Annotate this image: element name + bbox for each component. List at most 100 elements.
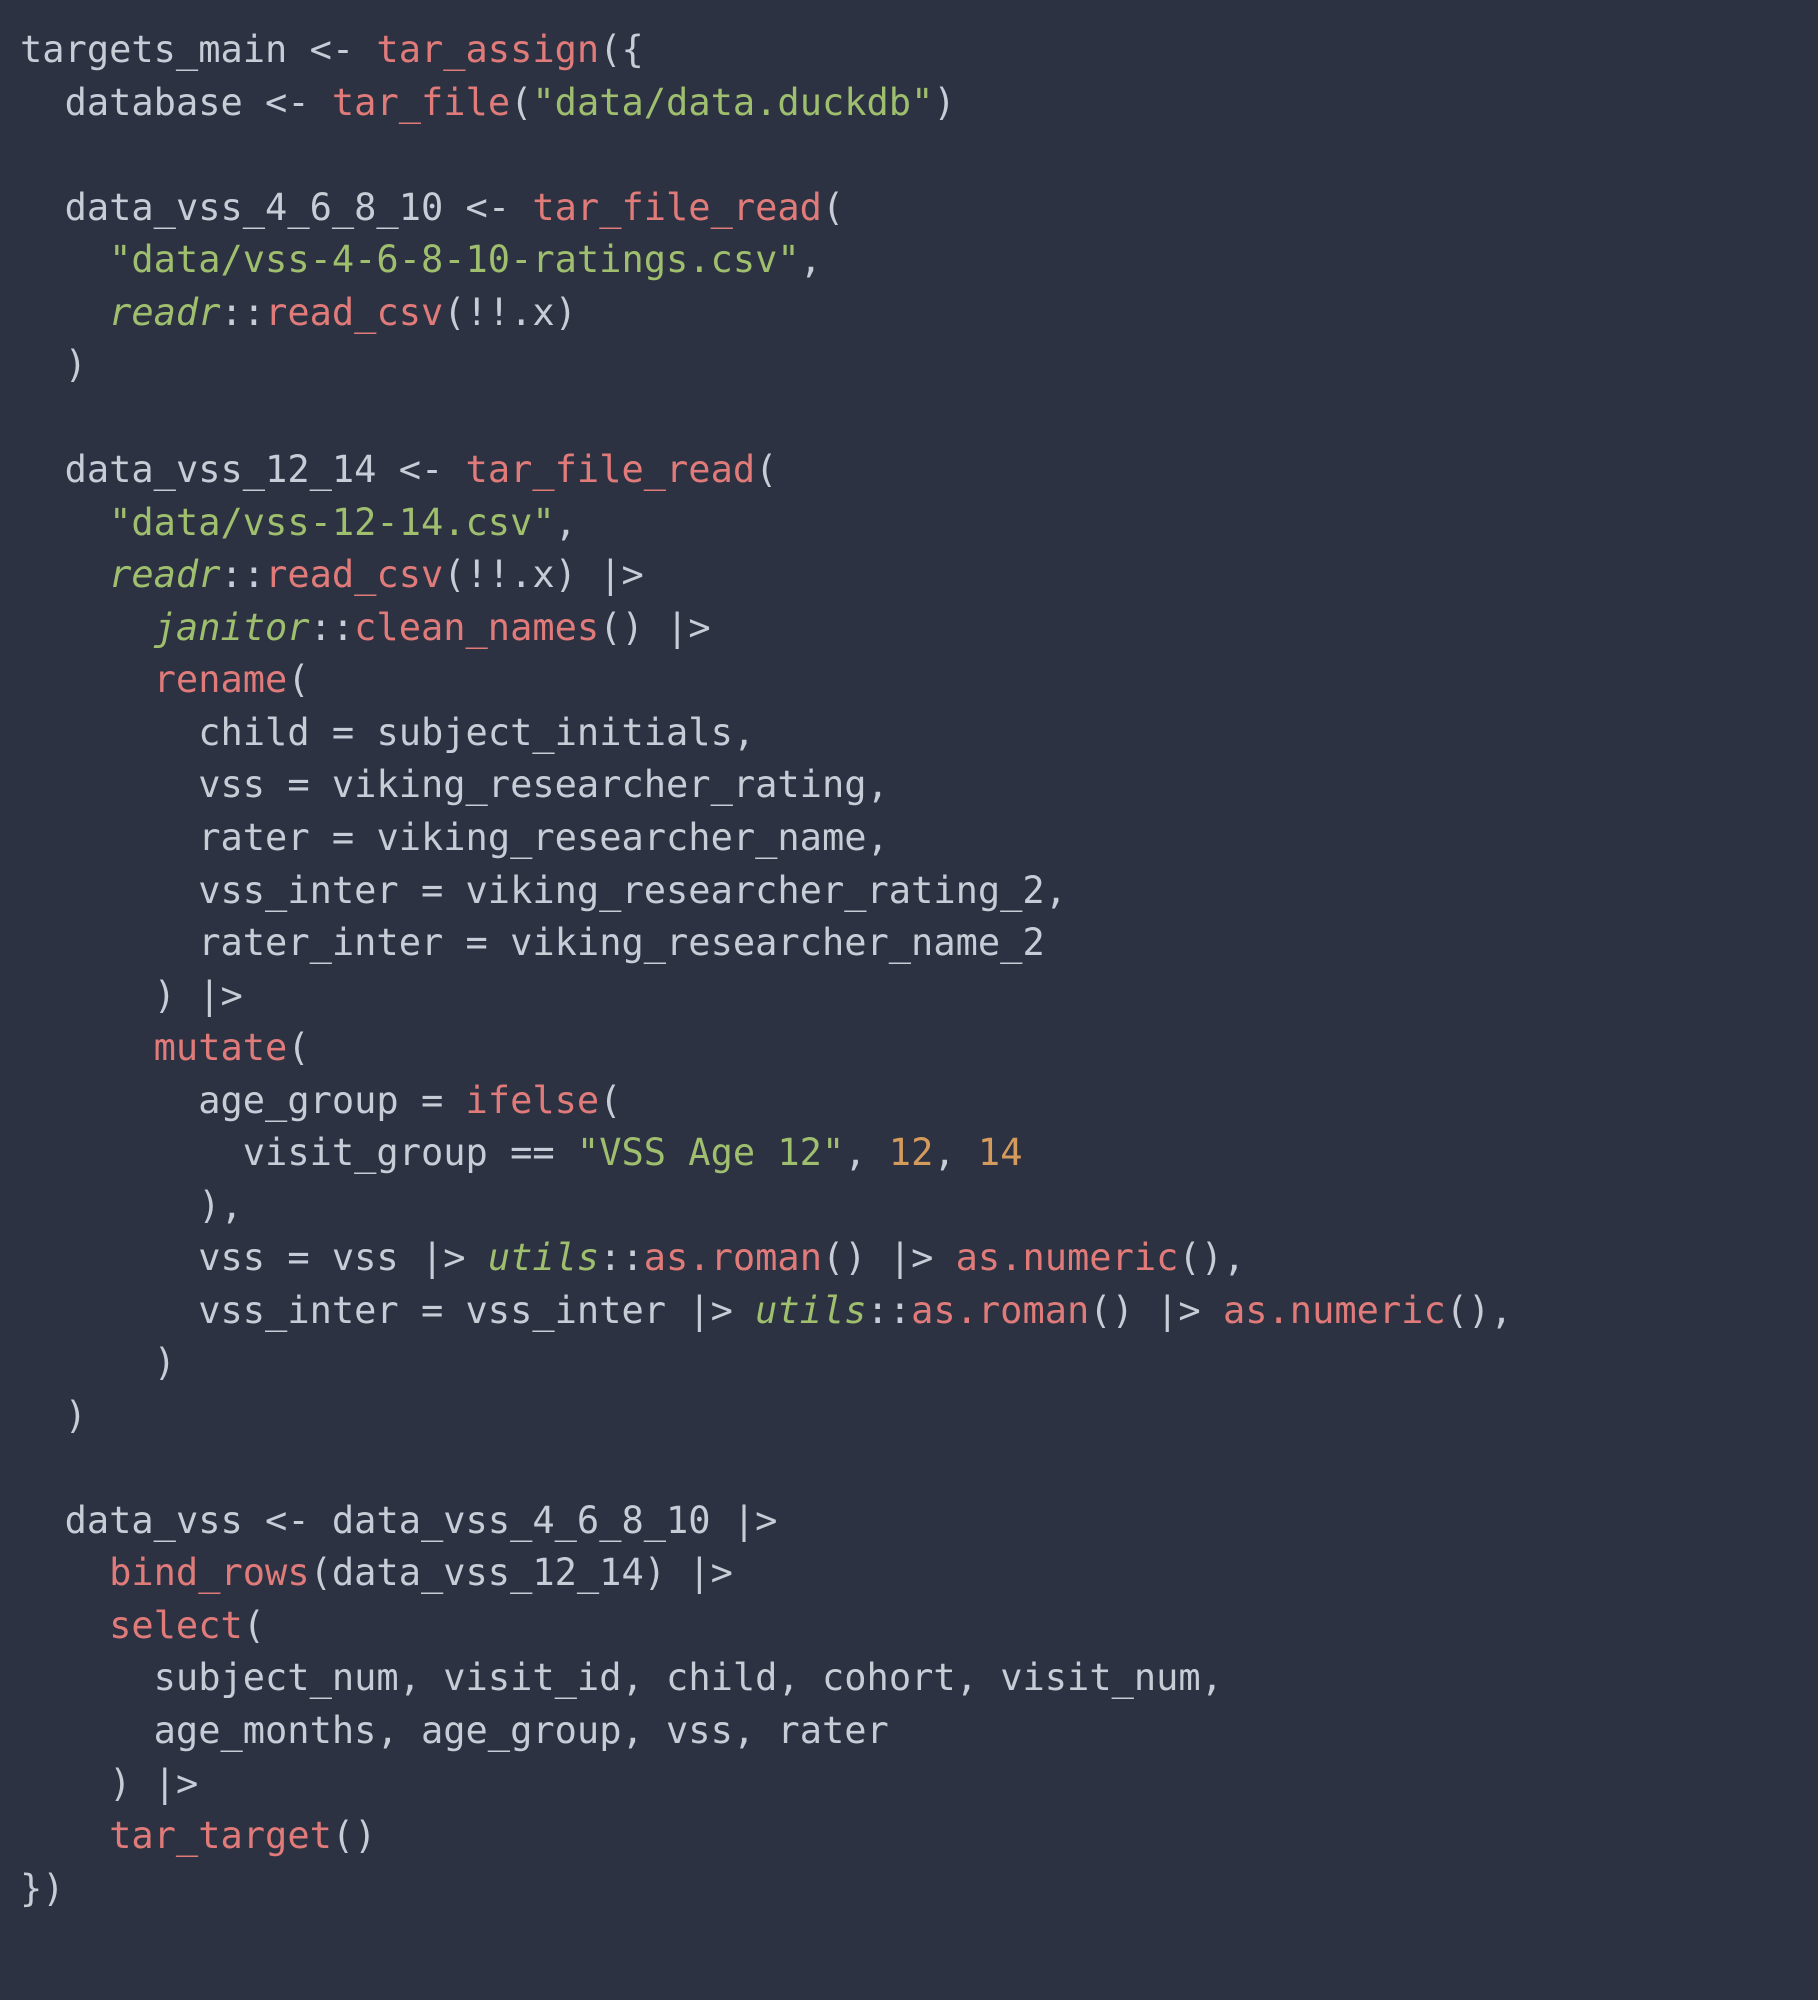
code-token: tar_file <box>332 81 510 124</box>
code-token: vss <box>198 1236 265 1279</box>
code-token: <- <box>287 28 376 71</box>
code-token: "data/vss-4-6-8-10-ratings.csv" <box>109 238 800 281</box>
code-token: ) <box>154 1341 176 1384</box>
code-token: |> <box>131 1762 198 1805</box>
code-token <box>20 1604 109 1647</box>
code-token <box>20 1394 65 1437</box>
code-token <box>20 1762 109 1805</box>
code-token: clean_names <box>354 606 599 649</box>
code-token <box>20 606 154 649</box>
code-token: bind_rows <box>109 1551 309 1594</box>
code-token: vss_inter <box>198 869 398 912</box>
code-token: visit_id <box>443 1656 621 1699</box>
code-token: |> <box>711 1499 778 1542</box>
code-token <box>20 816 198 859</box>
code-token: read_csv <box>265 553 443 596</box>
code-token: <- <box>376 448 465 491</box>
code-token: ( <box>443 553 465 596</box>
code-token: , <box>867 816 889 859</box>
code-token: !!.x <box>466 291 555 334</box>
code-token <box>20 1551 109 1594</box>
code-token: = <box>310 816 377 859</box>
code-token: , <box>621 1656 666 1699</box>
code-token <box>20 1026 154 1069</box>
code-token: , <box>844 1131 889 1174</box>
code-token: |> <box>399 1236 488 1279</box>
code-token: "VSS Age 12" <box>577 1131 844 1174</box>
code-token: = <box>399 1289 466 1332</box>
code-token: ) <box>109 1762 131 1805</box>
code-token <box>20 1289 198 1332</box>
code-token: data_vss_4_6_8_10 <box>332 1499 711 1542</box>
code-token: read_csv <box>265 291 443 334</box>
code-token <box>20 1499 65 1542</box>
code-token: vss_inter <box>198 1289 398 1332</box>
code-token: cohort <box>822 1656 956 1699</box>
code-token: vss_inter <box>466 1289 666 1332</box>
code-token: , <box>1490 1289 1512 1332</box>
code-token: |> <box>577 553 644 596</box>
code-token: targets_main <box>20 28 287 71</box>
code-token <box>20 711 198 754</box>
code-token: visit_num <box>1000 1656 1200 1699</box>
code-token: ) <box>65 1394 87 1437</box>
code-token: }) <box>20 1867 65 1910</box>
code-token: () <box>1446 1289 1491 1332</box>
code-token: ifelse <box>466 1079 600 1122</box>
code-token: ( <box>310 1551 332 1594</box>
code-token: = <box>265 1236 332 1279</box>
code-token: <- <box>243 1499 332 1542</box>
code-token <box>20 81 65 124</box>
code-token: :: <box>310 606 355 649</box>
code-token: |> <box>867 1236 956 1279</box>
code-token: ( <box>755 448 777 491</box>
code-token: child <box>198 711 309 754</box>
code-token <box>20 1814 109 1857</box>
code-token <box>20 343 65 386</box>
code-token: age_months <box>154 1709 377 1752</box>
code-token: () <box>599 606 644 649</box>
code-token: :: <box>867 1289 912 1332</box>
code-token <box>20 658 154 701</box>
code-token: ) <box>555 553 577 596</box>
code-token: "data/data.duckdb" <box>532 81 933 124</box>
code-token: , <box>1045 869 1067 912</box>
code-token: rename <box>154 658 288 701</box>
code-token: <- <box>443 186 532 229</box>
code-token: vss <box>666 1709 733 1752</box>
code-token <box>20 291 109 334</box>
code-token: 12 <box>889 1131 934 1174</box>
code-token: viking_researcher_rating <box>332 763 867 806</box>
code-token: ) <box>198 1184 220 1227</box>
code-token: !!.x <box>466 553 555 596</box>
code-token <box>20 869 198 912</box>
code-token: "data/vss-12-14.csv" <box>109 501 555 544</box>
code-token <box>20 1709 154 1752</box>
code-token: ( <box>599 1079 621 1122</box>
code-token: () <box>1089 1289 1134 1332</box>
code-token <box>20 448 65 491</box>
code-token: readr <box>109 291 220 334</box>
code-token <box>20 1656 154 1699</box>
code-token: |> <box>176 974 243 1017</box>
code-token: child <box>666 1656 777 1699</box>
code-token: mutate <box>154 1026 288 1069</box>
code-token: ) <box>154 974 176 1017</box>
code-token: age_group <box>198 1079 398 1122</box>
code-token: = <box>399 869 466 912</box>
code-token <box>20 1079 198 1122</box>
code-token <box>20 501 109 544</box>
code-token: subject_initials <box>376 711 732 754</box>
code-token: as.numeric <box>1223 1289 1446 1332</box>
code-token: :: <box>221 291 266 334</box>
code-token: tar_assign <box>376 28 599 71</box>
code-token: <- <box>243 81 332 124</box>
code-token: data_vss_4_6_8_10 <box>65 186 444 229</box>
code-token: janitor <box>154 606 310 649</box>
code-token: () <box>332 1814 377 1857</box>
code-token: vss <box>198 763 265 806</box>
code-block: targets_main <- tar_assign({ database <-… <box>0 0 1818 1939</box>
code-token: 14 <box>978 1131 1023 1174</box>
code-token <box>20 1184 198 1227</box>
code-token: = <box>399 1079 466 1122</box>
